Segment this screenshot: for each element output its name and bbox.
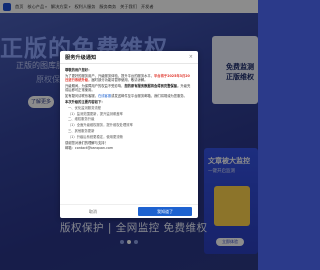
upgrade-list-item: （1）升级后系统更稳定，使用更流畅 [68, 134, 123, 139]
dialog-paragraph-2: 升级期间，为保障用户的权益不受影响，您的原有服务数据将会得到完整保留，升级完成后… [65, 84, 193, 93]
customer-service-link[interactable]: 在线客服 [98, 94, 111, 98]
upgrade-list-item: 三、其他服务更新 [68, 128, 95, 133]
dialog-contact: 邮箱：contact@banquan.com [65, 146, 114, 151]
dialog-title: 服务升级通知 [65, 54, 97, 61]
dialog-section-title: 本次升级的主要内容如下： [65, 100, 105, 104]
close-icon[interactable]: × [189, 54, 193, 60]
text: 如有疑问请联系客服， [65, 94, 98, 99]
dialog-greeting: 尊敬的用户您好： [65, 68, 92, 72]
dialog-closing: 感谢您对我们的理解与支持！ [65, 140, 108, 145]
dialog-body: 尊敬的用户您好： 为了更好的服务用户，升级服务体验，提升平台的服务水平，平台将于… [60, 64, 198, 204]
dialog-paragraph-3: 如有疑问请联系客服，在线客服或发送邮件至平台服务邮箱，我们将竭诚为您服务。 [65, 94, 193, 98]
confirm-button[interactable]: 我知道了 [138, 207, 192, 216]
dialog-header: 服务升级通知 × [60, 51, 198, 64]
upgrade-notice-dialog: 服务升级通知 × 尊敬的用户您好： 为了更好的服务用户，升级服务体验，提升平台的… [60, 51, 198, 218]
upgrade-list-item: 一、优化监测服务流程 [68, 105, 101, 110]
upgrade-list-item: （1）全面升级维权服务，提升维权处理效率 [68, 123, 133, 128]
text: 届时部分功能将暂停使用，敬请谅解。 [91, 78, 148, 83]
dialog-footer: 取消 我知道了 [60, 204, 198, 218]
text: 或发送邮件至平台服务邮箱，我们将竭诚为您服务。 [111, 94, 187, 99]
bold-text: 您的原有服务数据将会得到完整保留， [124, 84, 181, 88]
cancel-button[interactable]: 取消 [66, 207, 120, 216]
upgrade-list-item: （1）监测范围更新，提升监测覆盖率 [68, 111, 123, 116]
dialog-paragraph-1: 为了更好的服务用户，升级服务体验，提升平台的服务水平，平台将于2025年3月20… [65, 74, 193, 83]
upgrade-list-item: 二、维权服务升级 [68, 117, 95, 122]
